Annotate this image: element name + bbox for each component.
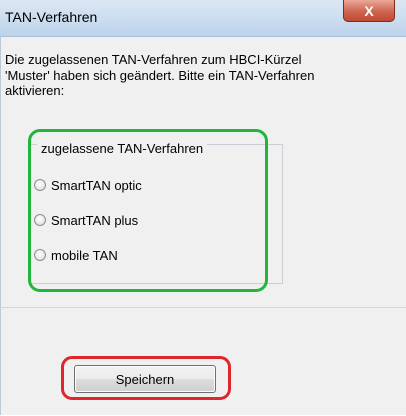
button-area bbox=[0, 307, 406, 416]
radio-label: SmartTAN plus bbox=[51, 212, 139, 228]
title-bar: TAN-Verfahren X bbox=[0, 0, 406, 37]
window-title: TAN-Verfahren bbox=[5, 9, 98, 25]
info-message: Die zugelassenen TAN-Verfahren zum HBCI-… bbox=[5, 52, 315, 98]
radio-smarttan-optic[interactable]: SmartTAN optic bbox=[34, 176, 142, 194]
radio-button-icon[interactable] bbox=[34, 249, 46, 261]
radio-label: SmartTAN optic bbox=[51, 177, 142, 193]
radio-mobile-tan[interactable]: mobile TAN bbox=[34, 246, 118, 264]
radio-button-icon[interactable] bbox=[34, 179, 46, 191]
save-button[interactable]: Speichern bbox=[74, 365, 216, 393]
radio-label: mobile TAN bbox=[51, 247, 118, 263]
radio-smarttan-plus[interactable]: SmartTAN plus bbox=[34, 211, 138, 229]
group-legend: zugelassene TAN-Verfahren bbox=[37, 141, 208, 156]
radio-button-icon[interactable] bbox=[34, 214, 46, 226]
close-button[interactable]: X bbox=[343, 0, 395, 22]
save-button-label: Speichern bbox=[115, 371, 175, 387]
close-icon: X bbox=[364, 2, 374, 19]
